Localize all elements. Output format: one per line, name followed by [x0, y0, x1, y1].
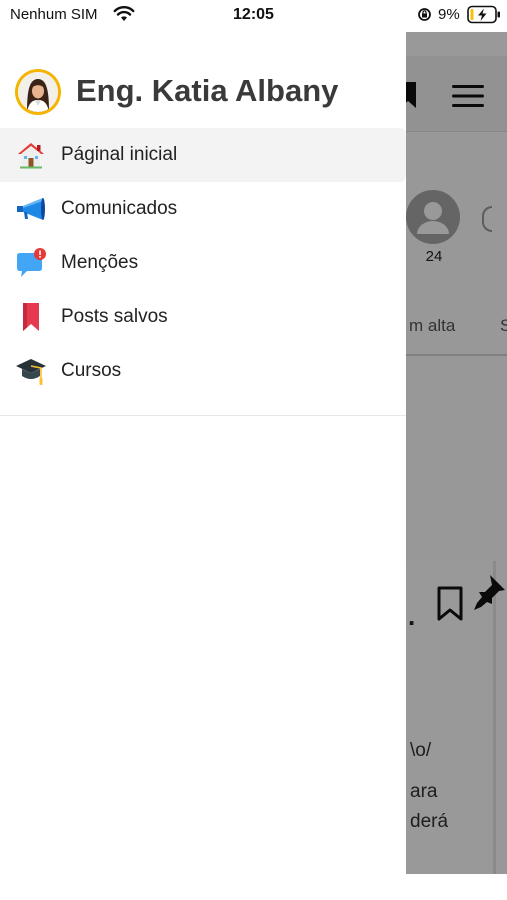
drawer-item-label: Comunicados: [61, 198, 178, 219]
drawer-item-label: Posts salvos: [61, 306, 168, 327]
battery-charging-icon: [467, 5, 500, 24]
user-photo-icon: [18, 72, 58, 112]
orientation-lock-icon: [418, 8, 431, 21]
drawer-item-label: Páginal inicial: [61, 144, 178, 165]
megaphone-icon: [17, 198, 45, 220]
navigation-drawer: Eng. Katia Albany Páginal inicial Comuni…: [0, 32, 406, 900]
drawer-item-label: Cursos: [61, 360, 122, 381]
drawer-menu: Páginal inicial Comunicados Menções Post…: [0, 128, 406, 398]
graduation-cap-icon: [16, 359, 46, 385]
drawer-item-mentions[interactable]: Menções: [0, 236, 406, 290]
home-icon: [18, 143, 44, 169]
drawer-item-label: Menções: [61, 252, 139, 273]
bottom-safe-area: [406, 874, 507, 900]
drawer-item-home[interactable]: Páginal inicial: [0, 128, 406, 182]
drawer-item-saved-posts[interactable]: Posts salvos: [0, 290, 406, 344]
profile-header[interactable]: Eng. Katia Albany: [0, 66, 406, 122]
profile-avatar[interactable]: [15, 69, 61, 115]
status-bar: Nenhum SIM 12:05 9%: [0, 0, 507, 32]
drawer-scrim[interactable]: [406, 32, 507, 874]
drawer-divider: [0, 415, 406, 416]
drawer-item-announcements[interactable]: Comunicados: [0, 182, 406, 236]
profile-name: Eng. Katia Albany: [76, 73, 339, 108]
drawer-item-courses[interactable]: Cursos: [0, 344, 406, 398]
chat-bubble-icon: [17, 248, 46, 277]
battery-percentage: 9%: [438, 6, 460, 23]
bookmark-icon: [23, 303, 39, 331]
